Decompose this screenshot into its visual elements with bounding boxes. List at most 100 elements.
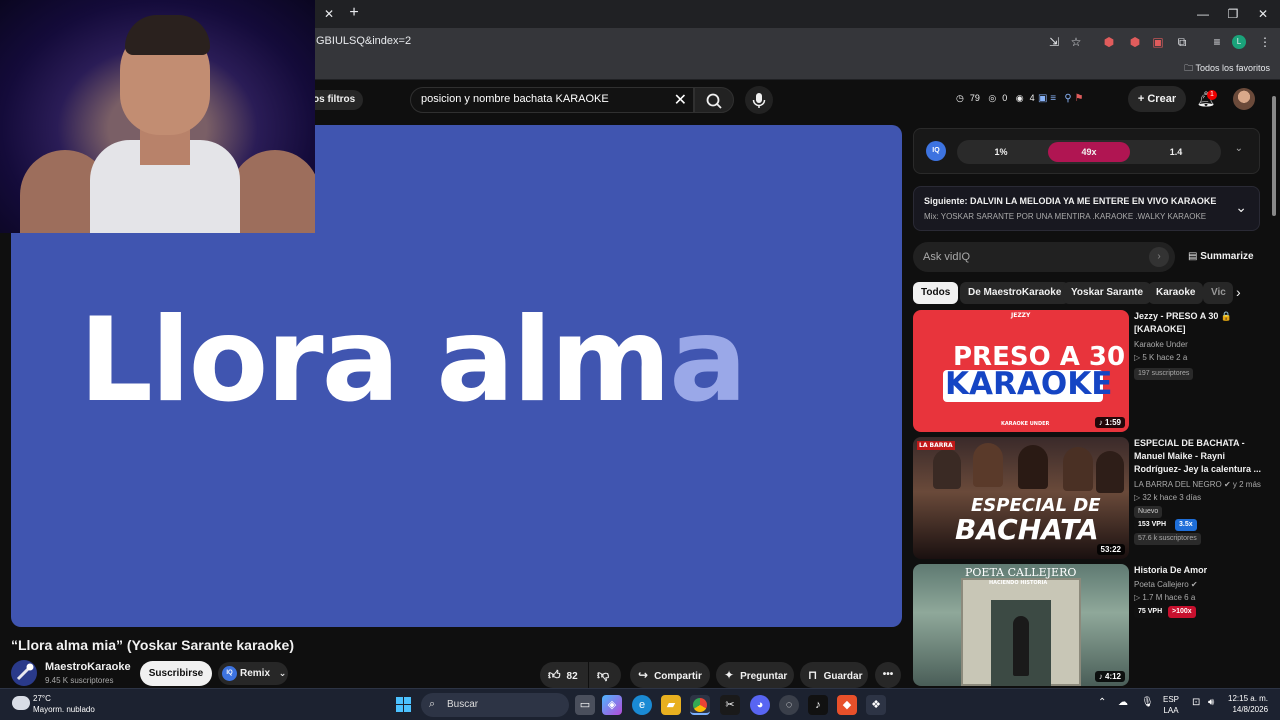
scrollbar-thumb[interactable] [1272, 96, 1276, 216]
video-thumbnail[interactable]: JEZZY PRESO A 30 KARAOKE KARAOKE UNDER ♪… [913, 310, 1129, 432]
like-button[interactable]: 👍︎ 82 [540, 662, 588, 688]
channel-subscribers: 9.45 K suscriptores [45, 676, 114, 685]
task-view-icon[interactable]: ▭ [575, 695, 595, 715]
channel-name[interactable]: MaestroKaraoke [45, 661, 131, 673]
layout-label: LAA [1163, 706, 1179, 715]
thumbnail-person [1018, 445, 1048, 489]
recommendation-channel[interactable]: LA BARRA DEL NEGRO ✔ y 2 más [1134, 480, 1261, 489]
brave-icon[interactable]: ◆ [837, 695, 857, 715]
subscribers-tag: 57.6 k suscriptores [1134, 533, 1201, 545]
system-clock[interactable]: 12:15 a. m. 14/8/2026 [1228, 693, 1268, 715]
profile-avatar[interactable]: L [1232, 35, 1246, 49]
recommendation-item[interactable]: JEZZY PRESO A 30 KARAOKE KARAOKE UNDER ♪… [913, 310, 1273, 432]
new-tab-button[interactable]: + [346, 5, 362, 21]
lyric-sung: Llora alm [79, 293, 671, 428]
vidiq-toolbar-icons[interactable]: ▣ ≡ ⚲ ⚑ [1038, 93, 1083, 104]
minimize-button[interactable]: — [1188, 4, 1218, 24]
copilot-icon[interactable]: ◈ [602, 695, 622, 715]
save-label: Guardar [823, 671, 863, 682]
close-window-button[interactable]: ✕ [1248, 4, 1278, 24]
tab-close-icon[interactable]: ✕ [322, 7, 336, 21]
onedrive-icon[interactable]: ☁ [1118, 697, 1128, 708]
maximize-button[interactable]: ❐ [1218, 4, 1248, 24]
send-icon[interactable]: › [1149, 247, 1169, 267]
chip-de-maestrokaraoke[interactable]: De MaestroKaraoke [960, 282, 1070, 304]
ask-vidiq-input[interactable]: Ask vidIQ › [913, 242, 1175, 272]
extensions-puzzle-icon[interactable]: ⧉ [1174, 34, 1190, 50]
summarize-button[interactable]: ▤ Summarize [1188, 251, 1254, 262]
summarize-label: Summarize [1200, 251, 1254, 262]
windows-start-button[interactable] [396, 697, 412, 713]
vidiq-icon: IQ [222, 666, 237, 681]
chip-more[interactable]: Vic [1203, 282, 1233, 304]
weather-temperature[interactable]: 27°C [33, 694, 51, 703]
extension-icon[interactable]: ▣ [1150, 34, 1166, 50]
language-indicator[interactable]: ESP LAA [1163, 694, 1179, 716]
share-icon: ↪ [638, 668, 649, 682]
chevron-down-icon[interactable]: ⌄ [1235, 199, 1247, 216]
dislike-button[interactable]: 👎︎ [589, 662, 621, 688]
more-actions-button[interactable]: ••• [875, 662, 901, 688]
create-button[interactable]: + Crear [1128, 86, 1186, 112]
channel-avatar[interactable] [11, 660, 37, 686]
microphone-icon[interactable]: 🎙︎ [1141, 697, 1154, 708]
up-next-panel[interactable]: Siguiente: DALVIN LA MELODIA YA ME ENTER… [913, 186, 1260, 231]
video-thumbnail[interactable]: LA BARRA ESPECIAL DE BACHATA 53:22 [913, 437, 1129, 559]
remix-button[interactable]: IQ Remix ⌄ [218, 662, 288, 685]
tray-overflow-icon[interactable]: ⌃ [1098, 697, 1106, 708]
cloud-icon[interactable] [12, 696, 30, 710]
taskbar-search[interactable]: ⌕ Buscar [421, 693, 569, 717]
share-button[interactable]: ↪ Compartir [630, 662, 710, 688]
chrome-icon[interactable] [690, 695, 710, 715]
save-button[interactable]: ⊓ Guardar [800, 662, 868, 688]
recommendation-channel[interactable]: Karaoke Under [1134, 340, 1188, 349]
recommendation-meta: ▷ 32 k hace 3 días [1134, 493, 1202, 502]
vph-tag: 75 VPH [1134, 606, 1167, 618]
recommendation-item[interactable]: POETA CALLEJERO HACIENDO HISTORIA ♪ 4:12… [913, 564, 1273, 686]
search-button[interactable] [694, 87, 734, 113]
bookmark-star-icon[interactable]: ☆ [1068, 34, 1084, 50]
recommendation-title[interactable]: Historia De Amor [1134, 564, 1262, 577]
page-scrollbar[interactable] [1271, 86, 1277, 686]
metric-engagement: 1% [994, 147, 1008, 157]
browser-menu-icon[interactable]: ⋮ [1257, 34, 1273, 50]
vph-tag: 153 VPH [1134, 519, 1171, 531]
search-input[interactable]: posicion y nombre bachata KARAOKE ✕ [410, 87, 694, 113]
chevron-down-icon[interactable]: ⌄ [1235, 143, 1243, 154]
extension-icon[interactable]: ⬢ [1101, 34, 1117, 50]
thumbnail-person [1096, 451, 1124, 493]
network-icon[interactable]: ⊡ [1192, 697, 1200, 708]
video-thumbnail[interactable]: POETA CALLEJERO HACIENDO HISTORIA ♪ 4:12 [913, 564, 1129, 686]
media-control-icon[interactable]: ≡ [1209, 34, 1225, 50]
install-app-icon[interactable]: ⇲ [1046, 34, 1062, 50]
volume-icon[interactable]: 🔊︎ [1208, 697, 1214, 708]
url-field[interactable]: GBIULSQ&index=2 [316, 35, 411, 47]
app-icon[interactable]: ◌ [779, 695, 799, 715]
windows-taskbar: 27°C Mayorm. nublado ⌕ Buscar ▭ ◈ e ▰ ✂ … [0, 688, 1280, 720]
app-icon[interactable]: ❖ [866, 695, 886, 715]
user-avatar[interactable] [1233, 88, 1255, 110]
duration-badge: 53:22 [1096, 544, 1125, 555]
capcut-icon[interactable]: ✂ [720, 695, 740, 715]
chip-todos[interactable]: Todos [913, 282, 959, 304]
recommendation-item[interactable]: LA BARRA ESPECIAL DE BACHATA 53:22 ESPEC… [913, 437, 1273, 559]
file-explorer-icon[interactable]: ▰ [661, 695, 681, 715]
discord-icon[interactable]: ◕ [750, 695, 770, 715]
clear-search-icon[interactable]: ✕ [674, 90, 687, 110]
document-icon: ▤ [1188, 251, 1201, 262]
tiktok-icon[interactable]: ♪ [808, 695, 828, 715]
recommendation-title[interactable]: Jezzy - PRESO A 30 🔒 [KARAOKE] [1134, 310, 1262, 336]
edge-icon[interactable]: e [632, 695, 652, 715]
chevron-right-icon[interactable]: › [1236, 284, 1241, 300]
weather-description[interactable]: Mayorm. nublado [33, 705, 95, 714]
chip-karaoke[interactable]: Karaoke [1148, 282, 1204, 304]
thumbnail-text: LA BARRA [917, 441, 955, 450]
voice-search-button[interactable] [745, 86, 773, 114]
bookmarks-folder[interactable]: 🗀 Todos los favoritos [1184, 61, 1270, 77]
recommendation-title[interactable]: ESPECIAL DE BACHATA - Manuel Maike - Ray… [1134, 437, 1262, 476]
ask-button[interactable]: ✦ Preguntar [716, 662, 794, 688]
chip-yoskar-sarante[interactable]: Yoskar Sarante [1063, 282, 1152, 304]
subscribe-button[interactable]: Suscribirse [140, 661, 212, 686]
recommendation-channel[interactable]: Poeta Callejero ✔ [1134, 580, 1198, 589]
extension-icon[interactable]: ⬢ [1127, 34, 1143, 50]
